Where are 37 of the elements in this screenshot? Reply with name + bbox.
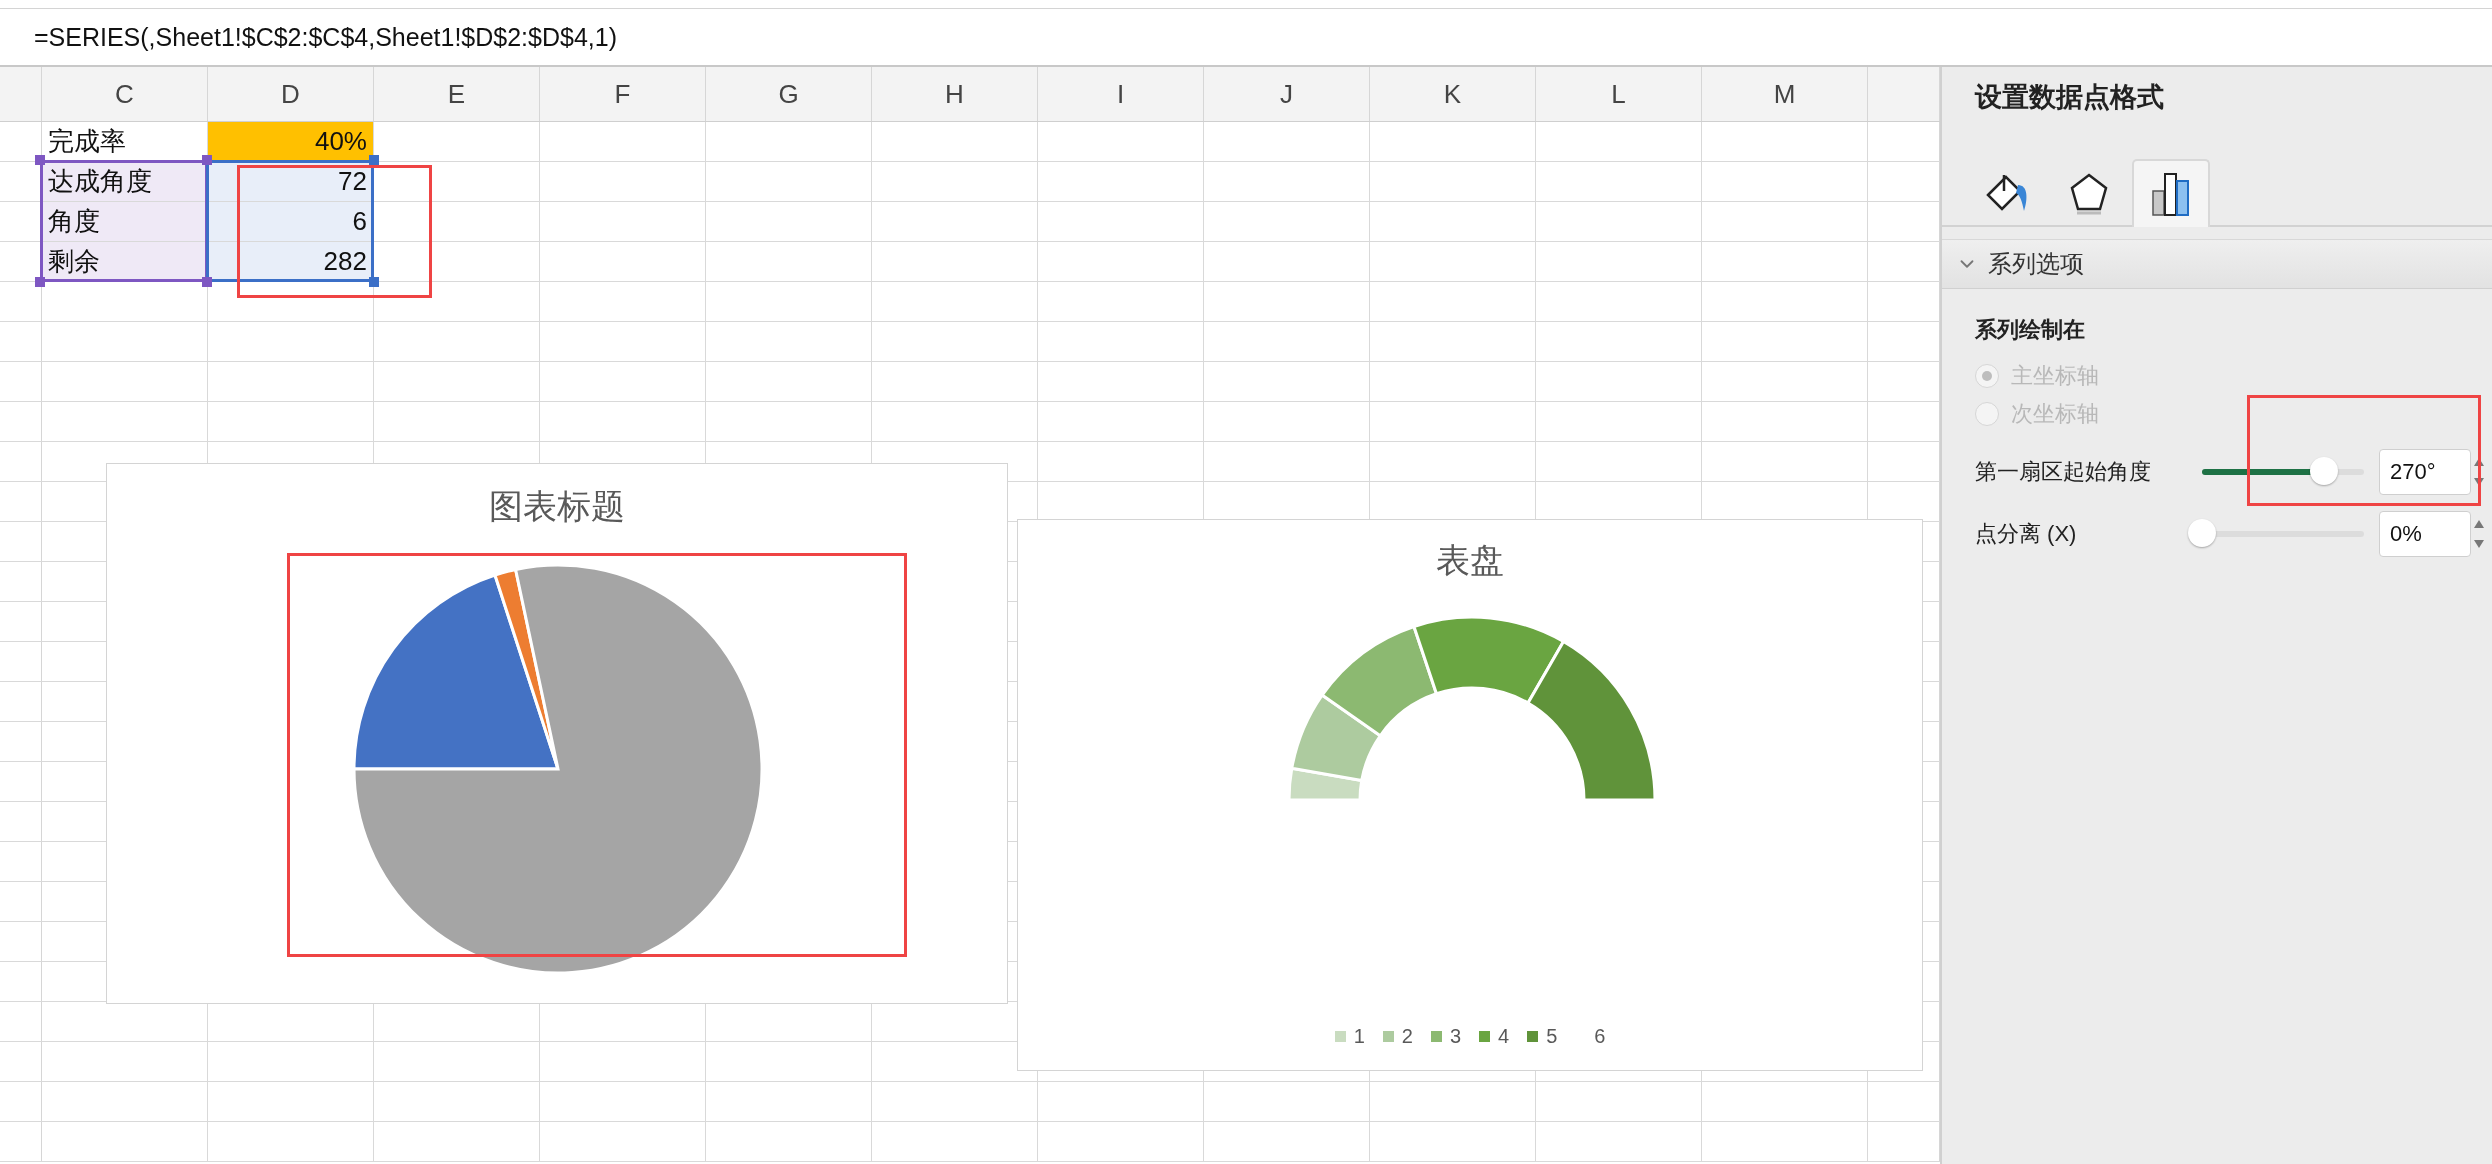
chart-title: 图表标题: [489, 486, 625, 527]
panel-title: 设置数据点格式: [1975, 82, 2164, 112]
table-cell: 达成角度: [42, 162, 208, 201]
formula-text: =SERIES(,Sheet1!$C$2:$C$4,Sheet1!$D$2:$D$4,1): [34, 22, 617, 52]
slider-label: 第一扇区起始角度: [1975, 458, 2152, 486]
chart-area[interactable]: 图表标题: [106, 463, 1008, 1004]
slider-label: 点分离 (X): [1975, 520, 2078, 548]
column-header[interactable]: D: [208, 67, 374, 121]
table-cell: 282: [208, 242, 374, 281]
table-cell: 40%: [208, 122, 374, 161]
value-field[interactable]: 270°: [2379, 449, 2471, 495]
column-header[interactable]: H: [872, 67, 1038, 121]
column-header[interactable]: M: [1702, 67, 1868, 121]
legend-label: 6: [1594, 1025, 1606, 1048]
table-cell: 6: [208, 202, 374, 241]
column-header[interactable]: C: [42, 67, 208, 121]
legend-label: 5: [1546, 1025, 1558, 1048]
table-cell: 剩余: [42, 242, 208, 281]
legend-label: 1: [1353, 1025, 1365, 1048]
column-header[interactable]: E: [374, 67, 540, 121]
column-header[interactable]: K: [1370, 67, 1536, 121]
group-heading: 系列绘制在: [1975, 317, 2085, 342]
chart-area[interactable]: 表盘 1 2 3 4 5 6: [1017, 519, 1923, 1071]
column-header[interactable]: G: [706, 67, 872, 121]
legend-label: 3: [1449, 1025, 1461, 1048]
section-header[interactable]: 系列选项: [1942, 239, 2492, 289]
legend-label: 4: [1498, 1025, 1510, 1048]
formula-bar[interactable]: =SERIES(,Sheet1!$C$2:$C$4,Sheet1!$D$2:$D$4,1): [0, 8, 2492, 67]
column-header[interactable]: L: [1536, 67, 1702, 121]
chart-title: 表盘: [1436, 540, 1504, 581]
legend-label: 2: [1401, 1025, 1413, 1048]
value-field[interactable]: 0%: [2379, 511, 2471, 557]
section-title: 系列选项: [1988, 249, 2084, 279]
table-cell: 角度: [42, 202, 208, 241]
column-header[interactable]: I: [1038, 67, 1204, 121]
column-header[interactable]: J: [1204, 67, 1370, 121]
column-header[interactable]: F: [540, 67, 706, 121]
